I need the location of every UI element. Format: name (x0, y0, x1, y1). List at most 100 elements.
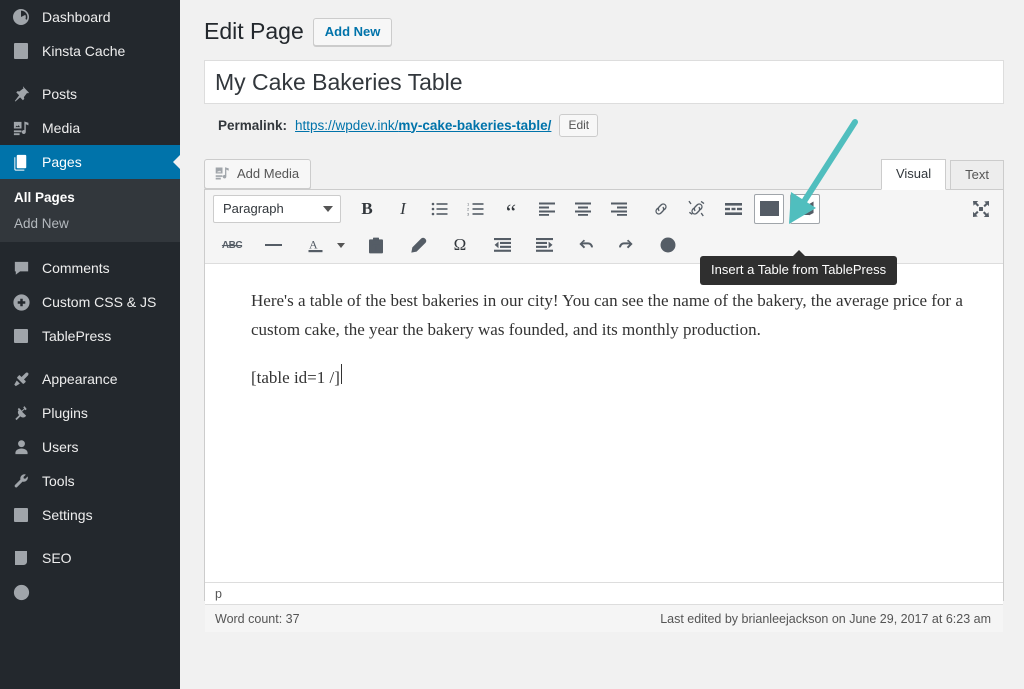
sidebar-item-dashboard[interactable]: Dashboard (0, 0, 180, 34)
media-buttons-row: Add Media Visual Text (204, 155, 1004, 189)
media-icon (214, 164, 231, 184)
sidebar-item-partial[interactable] (0, 575, 180, 609)
fullscreen-button[interactable] (966, 194, 996, 224)
sidebar-item-media[interactable]: Media (0, 111, 180, 145)
sidebar-item-pages[interactable]: Pages (0, 145, 180, 179)
numbered-list-button[interactable]: 123 (460, 194, 490, 224)
unlink-button[interactable] (682, 194, 712, 224)
paragraph-style-select[interactable]: Paragraph (213, 195, 341, 223)
blockquote-icon: “ (506, 201, 516, 224)
add-media-button[interactable]: Add Media (204, 159, 311, 189)
read-more-icon (725, 203, 742, 215)
post-title-input[interactable] (204, 60, 1004, 104)
last-edited-info: Last edited by brianleejackson on June 2… (660, 612, 991, 626)
paste-as-text-button[interactable] (361, 230, 391, 260)
sidebar-subitem-add-new[interactable]: Add New (0, 210, 180, 236)
content-paragraph: Here's a table of the best bakeries in o… (251, 286, 973, 344)
tab-visual[interactable]: Visual (881, 159, 946, 190)
blockquote-button[interactable]: “ (496, 194, 526, 224)
decrease-indent-button[interactable] (487, 230, 517, 260)
sidebar-item-tablepress[interactable]: TablePress (0, 319, 180, 353)
sidebar-item-users[interactable]: Users (0, 430, 180, 464)
permalink-url[interactable]: https://wpdev.ink/my-cake-bakeries-table… (295, 118, 551, 133)
circle-icon (11, 582, 31, 602)
text-color-button[interactable]: A (300, 230, 330, 260)
redo-icon (616, 237, 634, 253)
redo-button[interactable] (610, 230, 640, 260)
insert-table-tablepress-button[interactable] (790, 194, 820, 224)
editor-content-area[interactable]: Here's a table of the best bakeries in o… (205, 264, 1003, 582)
align-left-button[interactable] (532, 194, 562, 224)
sidebar-item-settings[interactable]: Settings (0, 498, 180, 532)
text-color-dropdown[interactable] (333, 230, 347, 260)
horizontal-line-button[interactable] (258, 230, 288, 260)
sidebar-item-label: Settings (42, 507, 93, 523)
help-icon (659, 236, 677, 254)
chevron-down-icon (323, 206, 333, 212)
decrease-indent-icon (494, 238, 511, 252)
sidebar-subitem-label: All Pages (14, 190, 75, 205)
chevron-down-icon (337, 243, 345, 248)
sidebar-item-label: Tools (42, 473, 75, 489)
sidebar-separator (0, 532, 180, 541)
unlink-icon (688, 200, 706, 218)
read-more-button[interactable] (718, 194, 748, 224)
sidebar-separator (0, 68, 180, 77)
svg-text:3: 3 (467, 211, 470, 216)
plug-icon (11, 403, 31, 423)
sidebar-item-appearance[interactable]: Appearance (0, 362, 180, 396)
undo-button[interactable] (572, 230, 602, 260)
sidebar-item-tools[interactable]: Tools (0, 464, 180, 498)
bulleted-list-button[interactable] (424, 194, 454, 224)
sidebar-item-plugins[interactable]: Plugins (0, 396, 180, 430)
media-icon (11, 118, 31, 138)
sidebar-item-label: Posts (42, 86, 77, 102)
sidebar-subitem-all-pages[interactable]: All Pages (0, 184, 180, 210)
sidebar-item-label: SEO (42, 550, 72, 566)
content-shortcode-paragraph: [table id=1 /] (251, 363, 973, 392)
sidebar-submenu-pages: All Pages Add New (0, 179, 180, 242)
sidebar-item-label: Media (42, 120, 80, 136)
tablepress-tooltip: Insert a Table from TablePress (700, 256, 897, 285)
page-title: Edit Page (204, 17, 304, 46)
strikethrough-icon: ABC (222, 240, 242, 251)
dashboard-icon (11, 7, 31, 27)
sidebar-item-custom-css-js[interactable]: Custom CSS & JS (0, 285, 180, 319)
italic-icon: I (400, 199, 406, 219)
edit-permalink-button[interactable]: Edit (559, 114, 598, 137)
clear-formatting-button[interactable] (403, 230, 433, 260)
sidebar-item-label: Users (42, 439, 79, 455)
keyboard-shortcuts-button[interactable] (653, 230, 683, 260)
editor-statusbar: p Word count: 37 Last edited by brianlee… (205, 582, 1003, 632)
pin-icon (11, 84, 31, 104)
toolbar-toggle-icon (760, 201, 779, 216)
table-list-icon (11, 326, 31, 346)
increase-indent-button[interactable] (529, 230, 559, 260)
tab-text[interactable]: Text (950, 160, 1004, 190)
sidebar-item-label: TablePress (42, 328, 111, 344)
special-character-button[interactable]: Ω (445, 230, 475, 260)
sidebar-item-seo[interactable]: SEO (0, 541, 180, 575)
editor-toolbar-group: Paragraph B I 123 (205, 190, 1003, 264)
toolbar-toggle-button[interactable] (754, 194, 784, 224)
link-button[interactable] (646, 194, 676, 224)
sidebar-item-comments[interactable]: Comments (0, 251, 180, 285)
italic-button[interactable]: I (388, 194, 418, 224)
insert-table-tablepress-icon (796, 201, 815, 217)
bold-button[interactable]: B (352, 194, 382, 224)
sidebar-item-posts[interactable]: Posts (0, 77, 180, 111)
align-center-button[interactable] (568, 194, 598, 224)
strikethrough-button[interactable]: ABC (217, 230, 247, 260)
bold-icon: B (361, 199, 372, 219)
add-new-button[interactable]: Add New (313, 18, 393, 46)
numbered-list-icon: 123 (467, 202, 484, 216)
user-icon (11, 437, 31, 457)
sidebar-separator (0, 353, 180, 362)
editor-container: Paragraph B I 123 (204, 189, 1004, 601)
sidebar-item-kinsta-cache[interactable]: Kinsta Cache (0, 34, 180, 68)
page-header: Edit Page Add New (204, 17, 1004, 46)
sidebar-item-label: Dashboard (42, 9, 111, 25)
align-right-icon (611, 202, 627, 216)
align-right-button[interactable] (604, 194, 634, 224)
wrench-icon (11, 471, 31, 491)
